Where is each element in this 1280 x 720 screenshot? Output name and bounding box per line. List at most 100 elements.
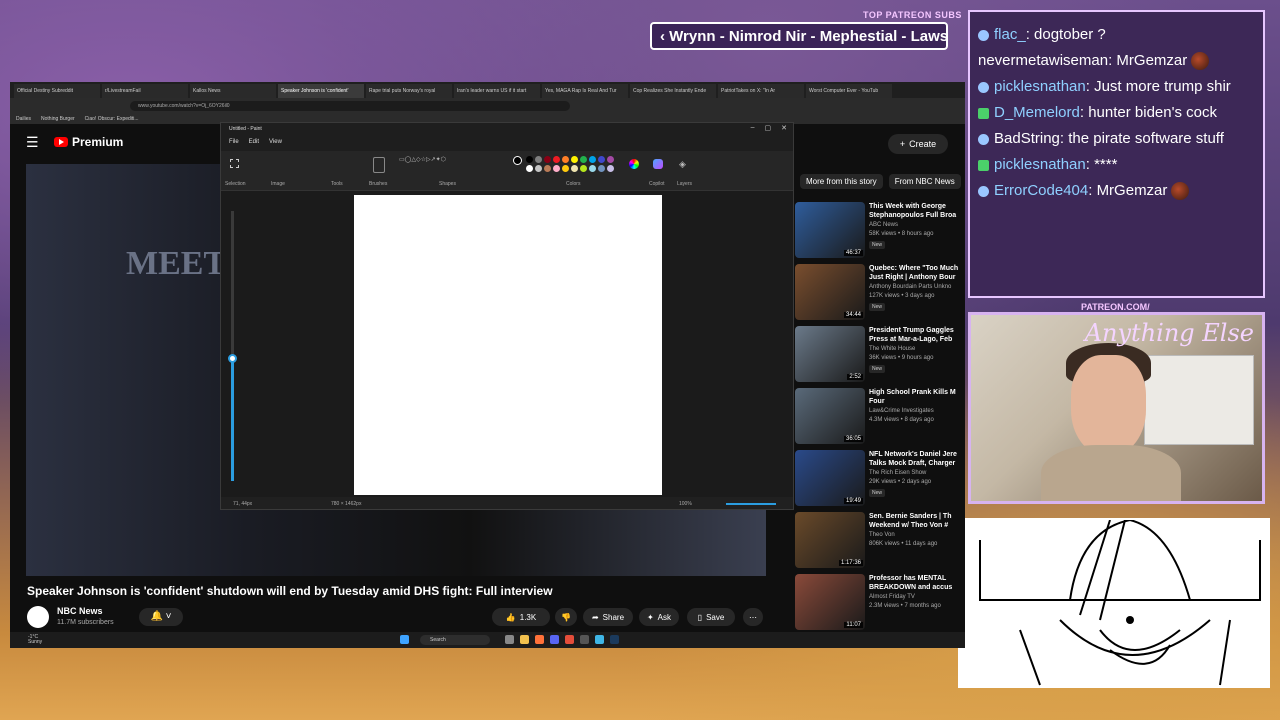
more-options-button[interactable]: ⋯ <box>743 608 763 626</box>
menu-icon[interactable]: ☰ <box>26 134 39 151</box>
paint-menu-item[interactable]: Edit <box>249 139 259 147</box>
chat-username[interactable]: nevermetawiseman <box>978 52 1108 69</box>
video-title[interactable]: President Trump Gaggles Press at Mar-a-L… <box>869 326 965 344</box>
file-explorer-icon[interactable] <box>520 635 529 644</box>
save-button[interactable]: ▯ Save <box>687 608 735 626</box>
steam-icon[interactable] <box>610 635 619 644</box>
recommended-video[interactable]: 46:37 This Week with George Stephanopoulo… <box>795 202 965 264</box>
dislike-button[interactable]: 👎 <box>555 608 577 626</box>
browser-tab[interactable]: Cop Realizes She Instantly Ende <box>630 84 716 98</box>
youtube-logo[interactable]: Premium <box>54 135 123 149</box>
recommended-video[interactable]: 36:05 High School Prank Kills M Four Law&C… <box>795 388 965 450</box>
chat-username[interactable]: ErrorCode404 <box>994 182 1088 199</box>
ask-button[interactable]: ✦ Ask <box>639 608 679 626</box>
video-thumbnail[interactable]: 2:52 <box>795 326 865 382</box>
color-swatch[interactable] <box>544 156 551 163</box>
browser-tab[interactable]: Rape trial puts Norway's royal <box>366 84 452 98</box>
browser-tab[interactable]: Speaker Johnson is 'confident' <box>278 84 364 98</box>
layers-icon[interactable]: ◈ <box>679 159 686 170</box>
video-thumbnail[interactable]: 11:07 <box>795 574 865 630</box>
browser-tab[interactable]: PatriotTakes on X: "In Ar <box>718 84 804 98</box>
video-title[interactable]: Professor has MENTAL BREAKDOWN and accus <box>869 574 965 592</box>
video-channel[interactable]: The White House <box>869 346 915 352</box>
recommendation-filter-chip[interactable]: More from this story <box>800 174 883 189</box>
current-color-swatch[interactable] <box>513 156 522 165</box>
discord-icon[interactable] <box>550 635 559 644</box>
bookmark-item[interactable]: Ciao! Obscur: Expediti... <box>85 116 139 122</box>
color-swatch[interactable] <box>571 156 578 163</box>
obs-icon[interactable] <box>580 635 589 644</box>
firefox-icon[interactable] <box>535 635 544 644</box>
video-thumbnail[interactable]: 19:49 <box>795 450 865 506</box>
shapes-icon[interactable]: ▭◯△◇☆▷↗✦⬡ <box>399 157 455 177</box>
maximize-icon[interactable]: ▢ <box>765 124 772 132</box>
chat-username[interactable]: D_Memelord <box>994 104 1080 121</box>
video-title[interactable]: Sen. Bernie Sanders | Th Weekend w/ Theo… <box>869 512 965 530</box>
chat-username[interactable]: flac_ <box>994 26 1026 43</box>
windows-start-icon[interactable] <box>400 635 409 644</box>
browser-tab[interactable]: Worst Computer Ever - YouTub <box>806 84 892 98</box>
zoom-slider[interactable] <box>726 503 776 505</box>
video-thumbnail[interactable]: 1:17:36 <box>795 512 865 568</box>
browser-tab[interactable]: r/LivestreamFail <box>102 84 188 98</box>
recommendation-filter-chip[interactable]: From NBC News <box>888 174 961 189</box>
color-swatch[interactable] <box>571 165 578 172</box>
recommended-video[interactable]: 1:17:36 Sen. Bernie Sanders | Th Weekend … <box>795 512 965 574</box>
recommended-video[interactable]: 34:44 Quebec: Where "Too Much Just Right … <box>795 264 965 326</box>
color-swatch[interactable] <box>589 156 596 163</box>
video-channel[interactable]: Anthony Bourdain Parts Unkno <box>869 284 951 290</box>
video-title[interactable]: NFL Network's Daniel Jere Talks Mock Dra… <box>869 450 965 468</box>
drawing-canvas[interactable] <box>354 195 662 495</box>
video-title[interactable]: Quebec: Where "Too Much Just Right | Ant… <box>869 264 965 282</box>
color-swatch[interactable] <box>553 165 560 172</box>
channel-name[interactable]: NBC News <box>57 606 103 616</box>
recommended-video[interactable]: 11:07 Professor has MENTAL BREAKDOWN and … <box>795 574 965 636</box>
chat-username[interactable]: BadString <box>994 130 1060 147</box>
video-channel[interactable]: The Rich Eisen Show <box>869 470 926 476</box>
video-title[interactable]: This Week with George Stephanopoulos Ful… <box>869 202 965 220</box>
taskbar-search[interactable]: Search <box>420 635 490 645</box>
paint-menu-item[interactable]: View <box>269 139 282 147</box>
color-picker-icon[interactable] <box>629 159 639 169</box>
color-swatch[interactable] <box>562 165 569 172</box>
color-swatch[interactable] <box>535 165 542 172</box>
color-swatch[interactable] <box>580 156 587 163</box>
video-thumbnail[interactable]: 36:05 <box>795 388 865 444</box>
close-icon[interactable]: ✕ <box>781 124 787 132</box>
brush-size-slider-handle[interactable] <box>228 354 237 363</box>
recommended-video[interactable]: 19:49 NFL Network's Daniel Jere Talks Moc… <box>795 450 965 512</box>
brush-tool-icon[interactable] <box>373 157 385 173</box>
color-swatch[interactable] <box>580 165 587 172</box>
video-channel[interactable]: ABC News <box>869 222 898 228</box>
paint-icon[interactable] <box>595 635 604 644</box>
address-input[interactable]: www.youtube.com/watch?v=Oj_6OY26il0 <box>130 101 570 111</box>
color-swatch[interactable] <box>562 156 569 163</box>
video-thumbnail[interactable]: 34:44 <box>795 264 865 320</box>
like-button[interactable]: 👍 1.3K <box>492 608 550 626</box>
weather-widget[interactable]: -1°C Sunny <box>28 635 42 645</box>
color-swatch[interactable] <box>553 156 560 163</box>
color-swatch[interactable] <box>526 165 533 172</box>
channel-avatar[interactable] <box>27 606 49 628</box>
browser-tab[interactable]: Official Destiny Subreddit <box>14 84 100 98</box>
selection-tool-icon[interactable] <box>230 159 239 168</box>
browser-tab[interactable]: Yes, MAGA Rap Is Real And Tur <box>542 84 628 98</box>
minimize-icon[interactable]: – <box>751 124 755 132</box>
share-button[interactable]: ➦ Share <box>583 608 633 626</box>
color-swatch[interactable] <box>589 165 596 172</box>
create-button[interactable]: + Create <box>888 134 948 154</box>
video-thumbnail[interactable]: 46:37 <box>795 202 865 258</box>
color-swatch[interactable] <box>607 165 614 172</box>
color-swatch[interactable] <box>598 165 605 172</box>
recommended-video[interactable]: 2:52 President Trump Gaggles Press at Mar… <box>795 326 965 388</box>
chat-username[interactable]: picklesnathan <box>994 78 1086 95</box>
video-channel[interactable]: Theo Von <box>869 532 895 538</box>
bookmark-item[interactable]: Dailies <box>16 116 31 122</box>
bookmark-item[interactable]: Nothing Burger <box>41 116 75 122</box>
paint-menu-item[interactable]: File <box>229 139 239 147</box>
notification-bell-button[interactable]: 🔔 ˅ <box>139 608 183 626</box>
browser-tab[interactable]: Iran's leader warns US if it start <box>454 84 540 98</box>
video-channel[interactable]: Law&Crime Investigates <box>869 408 934 414</box>
copilot-icon[interactable] <box>653 159 663 169</box>
browser-tab[interactable]: Kallos News <box>190 84 276 98</box>
